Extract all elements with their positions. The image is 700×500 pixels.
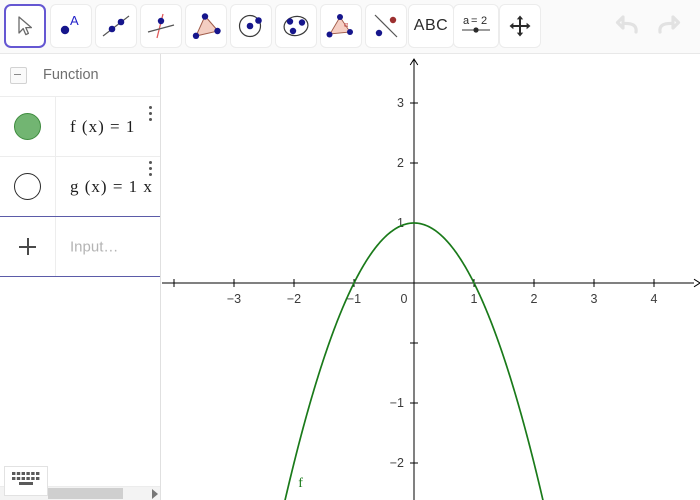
slider-icon: a = 2 bbox=[459, 13, 493, 39]
algebra-list: Function f (x) = 1 g (x) = 1 x Input… bbox=[0, 54, 160, 474]
move-graphics-view-tool[interactable] bbox=[499, 4, 541, 48]
plus-icon bbox=[19, 238, 36, 255]
expression-f: f (x) = 1 bbox=[70, 116, 136, 136]
graph-canvas: −3 −2 −1 0 1 2 3 4 3 2 1 −1 −2 −3 f bbox=[162, 58, 700, 500]
algebra-input-row[interactable]: Input… bbox=[0, 217, 160, 277]
line-through-points-icon bbox=[101, 13, 131, 39]
circle-tool[interactable] bbox=[230, 4, 272, 48]
function-group-label: Function bbox=[43, 67, 99, 83]
xtick-label: 1 bbox=[471, 292, 478, 306]
text-tool[interactable]: ABC bbox=[408, 4, 454, 48]
reflect-tool[interactable] bbox=[365, 4, 407, 48]
reflect-about-line-icon bbox=[372, 12, 400, 40]
xtick-label: 4 bbox=[651, 292, 658, 306]
expression-cell-g[interactable]: g (x) = 1 x bbox=[56, 157, 160, 216]
visibility-toggle-g[interactable] bbox=[0, 157, 56, 216]
visibility-marble-g bbox=[14, 173, 41, 200]
xtick-label: −3 bbox=[227, 292, 241, 306]
row-menu-g[interactable] bbox=[149, 161, 152, 176]
expression-cell-f[interactable]: f (x) = 1 bbox=[56, 97, 160, 156]
input-cell[interactable]: Input… bbox=[56, 217, 160, 276]
svg-text:A: A bbox=[70, 13, 79, 28]
xtick-label: −2 bbox=[287, 292, 301, 306]
perpendicular-line-icon bbox=[146, 12, 176, 40]
svg-text:2: 2 bbox=[481, 15, 487, 27]
svg-text:=: = bbox=[471, 15, 477, 27]
line-tool[interactable] bbox=[95, 4, 137, 48]
algebra-row-f[interactable]: f (x) = 1 bbox=[0, 97, 160, 157]
move-tool[interactable] bbox=[4, 4, 46, 48]
angle-measure-tool[interactable]: α bbox=[320, 4, 362, 48]
virtual-keyboard-button[interactable] bbox=[4, 466, 48, 496]
ytick-label: −1 bbox=[390, 396, 404, 410]
xtick-label: 0 bbox=[401, 292, 408, 306]
algebra-sidebar: Function f (x) = 1 g (x) = 1 x Input… bbox=[0, 54, 161, 500]
undo-arrow-icon bbox=[614, 13, 644, 42]
svg-text:α: α bbox=[344, 20, 349, 29]
keyboard-icon bbox=[10, 469, 42, 494]
conic-tool[interactable] bbox=[275, 4, 317, 48]
redo-button[interactable] bbox=[648, 8, 686, 46]
ytick-label: −2 bbox=[390, 456, 404, 470]
polygon-icon bbox=[191, 13, 221, 39]
polygon-tool[interactable] bbox=[185, 4, 227, 48]
graphics-view[interactable]: −3 −2 −1 0 1 2 3 4 3 2 1 −1 −2 −3 f bbox=[162, 54, 700, 500]
ellipse-three-points-icon bbox=[281, 13, 311, 39]
scrollbar-right-arrow-icon[interactable] bbox=[152, 489, 158, 499]
point-tool[interactable]: A bbox=[50, 4, 92, 48]
xtick-label: 3 bbox=[591, 292, 598, 306]
y-axis bbox=[409, 58, 419, 500]
visibility-marble-f bbox=[14, 113, 41, 140]
circle-center-point-icon bbox=[237, 13, 265, 39]
xtick-label: 2 bbox=[531, 292, 538, 306]
point-a-icon: A bbox=[57, 13, 85, 39]
undo-button[interactable] bbox=[610, 8, 648, 46]
x-axis bbox=[162, 278, 700, 288]
function-group-header: Function bbox=[0, 54, 160, 97]
four-way-arrow-icon bbox=[508, 14, 532, 38]
cursor-arrow-icon bbox=[15, 15, 35, 37]
input-placeholder: Input… bbox=[70, 238, 119, 255]
algebra-row-g[interactable]: g (x) = 1 x bbox=[0, 157, 160, 217]
collapse-group-button[interactable] bbox=[10, 66, 27, 84]
visibility-toggle-f[interactable] bbox=[0, 97, 56, 156]
redo-arrow-icon bbox=[652, 13, 682, 42]
perpendicular-line-tool[interactable] bbox=[140, 4, 182, 48]
ytick-label: 3 bbox=[397, 96, 404, 110]
geogebra-app: A α ABC a = 2 Function f (x) = 1 g (x) =… bbox=[0, 0, 700, 500]
ytick-label: 2 bbox=[397, 156, 404, 170]
abc-icon: ABC bbox=[413, 17, 449, 34]
slider-tool[interactable]: a = 2 bbox=[453, 4, 499, 48]
add-expression-button[interactable] bbox=[0, 217, 56, 276]
svg-text:a: a bbox=[463, 15, 470, 27]
scrollbar-thumb[interactable] bbox=[48, 488, 123, 499]
x-axis-tick-labels: −3 −2 −1 0 1 2 3 4 bbox=[227, 292, 658, 306]
angle-icon: α bbox=[326, 12, 356, 40]
row-menu-f[interactable] bbox=[149, 106, 152, 121]
function-curve-label-f: f bbox=[298, 476, 303, 491]
toolbar: A α ABC a = 2 bbox=[0, 0, 700, 54]
expression-g: g (x) = 1 x bbox=[70, 176, 153, 196]
